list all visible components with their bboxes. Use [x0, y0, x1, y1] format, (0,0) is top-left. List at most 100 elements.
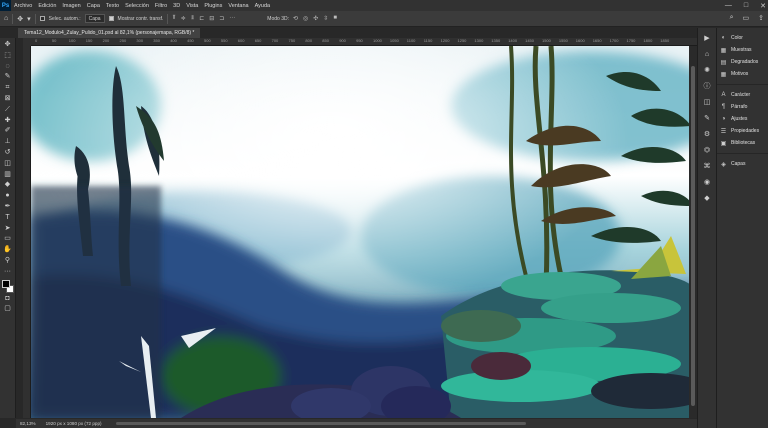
share-icon[interactable]: ⇪ [758, 14, 764, 22]
horizontal-scroll-thumb[interactable] [116, 422, 526, 425]
document-size[interactable]: 1920 px x 1080 px (72 ppp) [46, 421, 102, 426]
align-bottom-icon[interactable]: ⫫ [191, 15, 194, 22]
paths-icon[interactable]: ⌘ [700, 160, 714, 176]
ruler-tick-label: 1200 [440, 38, 450, 43]
menu-texto[interactable]: Texto [106, 3, 119, 9]
marquee-tool-icon[interactable]: ⬚ [2, 51, 14, 62]
auto-select-checkbox[interactable] [39, 16, 45, 21]
menu-ventana[interactable]: Ventana [228, 3, 248, 9]
blur-tool-icon[interactable]: ◆ [2, 180, 14, 191]
mode-3d-label: Modo 3D: [267, 15, 289, 22]
separator [34, 13, 36, 24]
brush-settings-icon[interactable]: ✺ [700, 64, 714, 80]
align-hcenter-icon[interactable]: ⊟ [209, 15, 214, 22]
channels-icon[interactable]: ◉ [700, 176, 714, 192]
align-right-icon[interactable]: ⊐ [219, 15, 224, 22]
move-tool-icon[interactable]: ✥ [2, 40, 14, 51]
menu-seleccion[interactable]: Selección [125, 3, 149, 9]
vertical-scroll-thumb[interactable] [691, 66, 695, 406]
document-tab[interactable]: Tema12_Modulo4_Zulay_Pulido_01.psd al 82… [18, 28, 201, 38]
more-options-icon[interactable]: ··· [229, 15, 235, 22]
menu-plugins[interactable]: Plugins [204, 3, 222, 9]
panel-label: Degradados [731, 59, 759, 65]
dodge-tool-icon[interactable]: ● [2, 191, 14, 202]
ruler-tick-label: 1650 [592, 38, 602, 43]
3d-pan-icon[interactable]: ✣ [313, 15, 318, 22]
menu-ayuda[interactable]: Ayuda [255, 3, 271, 9]
menu-filtro[interactable]: Filtro [155, 3, 167, 9]
status-bar: 82,13% 1920 px x 1080 px (72 ppp) [16, 419, 697, 428]
panel-properties[interactable]: ☰ Propiedades [717, 125, 768, 137]
3d-panel-icon[interactable]: ◆ [700, 192, 714, 208]
panel-swatches[interactable]: ▦ Muestras [717, 44, 768, 56]
move-tool-icon[interactable]: ✥ [17, 15, 23, 23]
history-brush-icon[interactable]: ↺ [2, 148, 14, 159]
3d-roll-icon[interactable]: ◎ [303, 15, 308, 22]
hand-tool-icon[interactable]: ✋ [2, 245, 14, 256]
vertical-scrollbar[interactable] [689, 46, 697, 418]
actions-icon[interactable]: ✎ [700, 112, 714, 128]
pen-tool-icon[interactable]: ✒ [2, 202, 14, 213]
play-icon[interactable]: ▶ [700, 32, 714, 48]
panel-libraries[interactable]: ▣ Bibliotecas [717, 137, 768, 149]
show-transform-checkbox[interactable] [108, 16, 114, 21]
info-icon[interactable]: ⓘ [700, 80, 714, 96]
panel-paragraph[interactable]: ¶ Párrafo [717, 101, 768, 113]
3d-slide-icon[interactable]: ⇳ [323, 15, 328, 22]
eyedropper-tool-icon[interactable]: ⟋ [2, 105, 14, 116]
color-swatches[interactable] [1, 279, 14, 294]
navigator-icon[interactable]: ◫ [700, 96, 714, 112]
auto-select-dropdown[interactable]: Capa [84, 14, 105, 23]
ruler-tick-label: 1250 [457, 38, 467, 43]
align-vcenter-icon[interactable]: ≑ [181, 15, 186, 22]
menu-vista[interactable]: Vista [186, 3, 198, 9]
document-canvas[interactable] [31, 46, 697, 418]
panel-layers[interactable]: ◈ Capas [717, 158, 768, 170]
glyphs-icon[interactable]: ⚙ [700, 128, 714, 144]
frame-tool-icon[interactable]: ⊠ [2, 94, 14, 105]
chevron-down-icon[interactable]: ▾ [27, 15, 31, 23]
lasso-tool-icon[interactable]: ◌ [2, 62, 14, 73]
home-icon[interactable]: ⌂ [4, 15, 8, 22]
3d-rotate-icon[interactable]: ⟲ [293, 15, 298, 22]
close-button[interactable]: ✕ [760, 2, 766, 10]
gradient-tool-icon[interactable]: ▥ [2, 170, 14, 181]
foreground-color-swatch[interactable] [1, 279, 10, 288]
ruler-tick-label: 100 [68, 38, 76, 43]
more-tools-icon[interactable]: ··· [2, 267, 14, 278]
menu-imagen[interactable]: Imagen [62, 3, 80, 9]
ruler-tick-label: 1850 [660, 38, 670, 43]
quick-select-tool-icon[interactable]: ✎ [2, 72, 14, 83]
3d-camera-icon[interactable]: ■ [333, 15, 337, 22]
timeline-icon[interactable]: ⏣ [700, 144, 714, 160]
menu-capa[interactable]: Capa [87, 3, 100, 9]
align-left-icon[interactable]: ⊏ [199, 15, 204, 22]
type-tool-icon[interactable]: T [2, 213, 14, 224]
menu-edicion[interactable]: Edición [38, 3, 56, 9]
maximize-button[interactable]: □ [744, 2, 748, 9]
brush-tool-icon[interactable]: ✐ [2, 126, 14, 137]
panel-patterns[interactable]: ▦ Motivos [717, 68, 768, 80]
ruler-tick-label: 400 [170, 38, 177, 43]
workspace-icon[interactable]: ▭ [743, 14, 750, 22]
align-top-icon[interactable]: ⫪ [172, 15, 175, 22]
panel-color[interactable]: ◐ Color [717, 32, 768, 44]
menu-3d[interactable]: 3D [173, 3, 180, 9]
healing-brush-icon[interactable]: ✚ [2, 116, 14, 127]
search-icon[interactable]: ⌕ [730, 14, 734, 22]
screen-mode-icon[interactable]: ▢ [2, 304, 14, 315]
zoom-level[interactable]: 82,13% [20, 421, 36, 426]
eraser-tool-icon[interactable]: ◫ [2, 159, 14, 170]
path-select-icon[interactable]: ➤ [2, 224, 14, 235]
crop-tool-icon[interactable]: ⌗ [2, 83, 14, 94]
menu-archivo[interactable]: Archivo [14, 3, 32, 9]
zoom-tool-icon[interactable]: ⚲ [2, 256, 14, 267]
panel-adjustments[interactable]: ◑ Ajustes [717, 113, 768, 125]
panel-character[interactable]: A Carácter [717, 89, 768, 101]
quick-mask-icon[interactable]: ◘ [2, 294, 14, 305]
clone-stamp-icon[interactable]: ⊥ [2, 137, 14, 148]
minimize-button[interactable]: — [725, 2, 732, 9]
history-icon[interactable]: ⌂ [700, 48, 714, 64]
panel-gradients[interactable]: ▤ Degradados [717, 56, 768, 68]
shape-tool-icon[interactable]: ▭ [2, 234, 14, 245]
